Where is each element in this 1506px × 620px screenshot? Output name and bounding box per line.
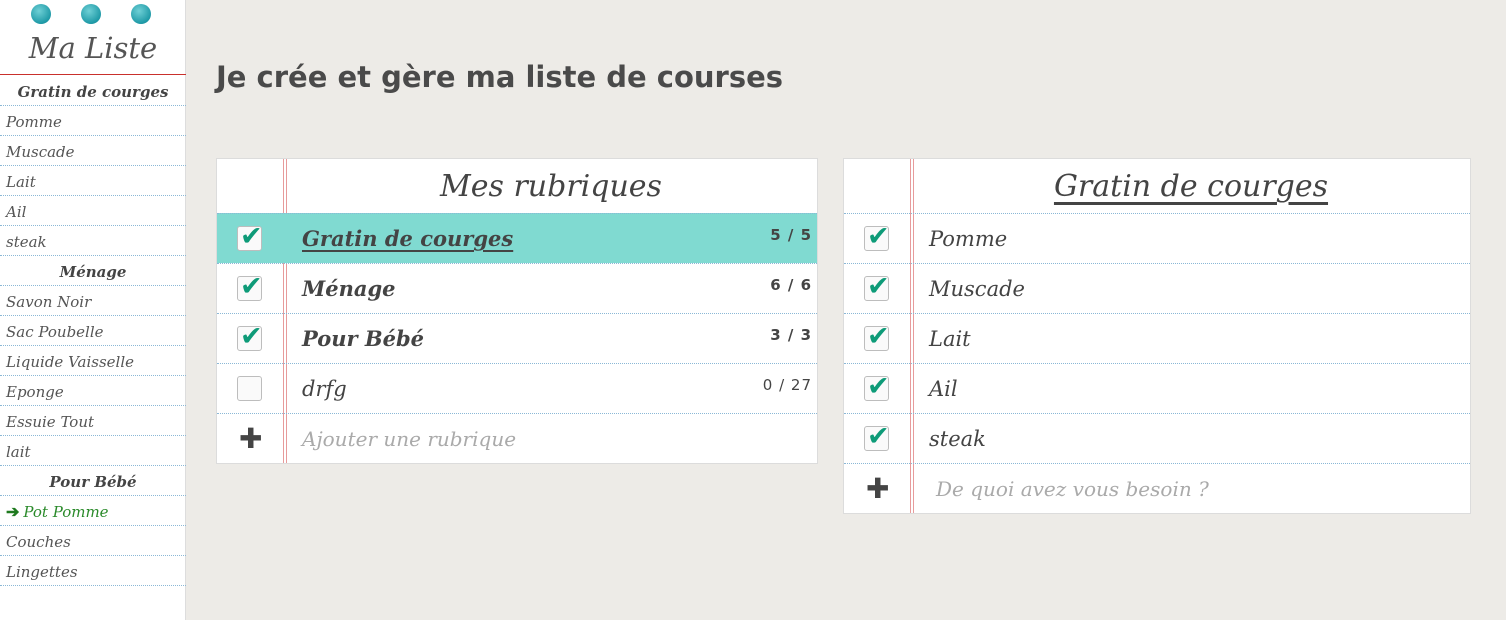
check-icon: ✔ (867, 271, 890, 302)
check-icon: ✔ (867, 421, 890, 452)
check-icon: ✔ (240, 221, 263, 252)
sidebar-item-label: Muscade (6, 143, 75, 161)
sidebar-item[interactable]: Lait (0, 166, 186, 196)
plus-icon[interactable]: ✚ (239, 425, 262, 453)
item-row[interactable]: ✔ Ail (844, 363, 1470, 413)
rubrique-label[interactable]: Gratin de courges (302, 226, 513, 251)
sidebar-item-label: Lait (6, 173, 36, 191)
rubrique-label[interactable]: Pour Bébé (302, 326, 424, 351)
sidebar-item-label: Couches (6, 533, 71, 551)
item-row[interactable]: ✔ Pomme (844, 213, 1470, 263)
add-rubrique-input[interactable]: Ajouter une rubrique (302, 427, 516, 451)
sidebar-item[interactable]: Savon Noir (0, 286, 186, 316)
sidebar-item-label: Essuie Tout (6, 413, 95, 431)
sidebar-item-label: Sac Poubelle (6, 323, 104, 341)
sidebar-item-label: lait (6, 443, 31, 461)
check-icon: ✔ (240, 271, 263, 302)
sidebar-item-label: Savon Noir (6, 293, 92, 311)
rubrique-label[interactable]: Ménage (302, 276, 396, 301)
check-icon: ✔ (867, 371, 890, 402)
rubrique-checkbox[interactable] (237, 376, 262, 401)
sidebar-item-label: Gratin de courges (17, 83, 169, 101)
sidebar-item[interactable]: Liquide Vaisselle (0, 346, 186, 376)
sidebar-item-label: Eponge (6, 383, 64, 401)
window-dots (0, 2, 186, 24)
item-checkbox[interactable]: ✔ (864, 372, 890, 402)
dot-icon (131, 4, 151, 24)
item-label[interactable]: Pomme (929, 227, 1007, 251)
rubrique-checkbox[interactable]: ✔ (237, 322, 263, 352)
rubrique-row[interactable]: drfg 0 / 27 (217, 363, 817, 413)
sidebar-item[interactable]: steak (0, 226, 186, 256)
check-icon: ✔ (867, 321, 890, 352)
item-checkbox[interactable]: ✔ (864, 272, 890, 302)
item-label[interactable]: Lait (929, 327, 971, 351)
item-checkbox[interactable]: ✔ (864, 222, 890, 252)
item-label[interactable]: Muscade (929, 277, 1025, 301)
sidebar: Ma Liste Gratin de courges Pomme Muscade La… (0, 0, 186, 620)
sidebar-item-label: Pour Bébé (49, 473, 137, 491)
divider (0, 74, 186, 75)
check-icon: ✔ (240, 321, 263, 352)
rubrique-count: 3 / 3 (770, 326, 812, 344)
sidebar-item[interactable]: Eponge (0, 376, 186, 406)
sidebar-item[interactable]: Lingettes (0, 556, 186, 586)
detail-panel: Gratin de courges ✔ Pomme ✔ Muscade ✔ Lait ✔ Ai… (843, 158, 1471, 514)
item-label[interactable]: steak (929, 427, 986, 451)
sidebar-category[interactable]: Gratin de courges (0, 76, 186, 106)
sidebar-item-label: Lingettes (6, 563, 78, 581)
add-item-row[interactable]: ✚ De quoi avez vous besoin ? (844, 463, 1470, 513)
add-rubrique-row[interactable]: ✚ Ajouter une rubrique (217, 413, 817, 463)
item-checkbox[interactable]: ✔ (864, 422, 890, 452)
sidebar-item-label: steak (6, 233, 47, 251)
rubriques-panel: Mes rubriques ✔ Gratin de courges 5 / 5 ✔ Mé… (216, 158, 818, 464)
rubrique-count: 5 / 5 (770, 226, 812, 244)
page-title: Je crée et gère ma liste de courses (216, 60, 784, 94)
sidebar-category[interactable]: Pour Bébé (0, 466, 186, 496)
dot-icon (81, 4, 101, 24)
item-label[interactable]: Ail (929, 377, 958, 401)
item-row[interactable]: ✔ steak (844, 413, 1470, 463)
sidebar-item-label: Ménage (59, 263, 127, 281)
add-item-input[interactable]: De quoi avez vous besoin ? (936, 477, 1209, 501)
item-checkbox[interactable]: ✔ (864, 322, 890, 352)
rubrique-count: 0 / 27 (762, 376, 812, 394)
rubrique-row[interactable]: ✔ Pour Bébé 3 / 3 (217, 313, 817, 363)
dot-icon (31, 4, 51, 24)
sidebar-item[interactable]: ➔ Pot Pomme (0, 496, 186, 526)
item-row[interactable]: ✔ Muscade (844, 263, 1470, 313)
sidebar-item[interactable]: Ail (0, 196, 186, 226)
sidebar-item[interactable]: Essuie Tout (0, 406, 186, 436)
rubrique-count: 6 / 6 (770, 276, 812, 294)
rubrique-checkbox[interactable]: ✔ (237, 222, 263, 252)
sidebar-item[interactable]: Pomme (0, 106, 186, 136)
sidebar-item[interactable]: lait (0, 436, 186, 466)
item-row[interactable]: ✔ Lait (844, 313, 1470, 363)
detail-title: Gratin de courges (1053, 169, 1329, 204)
rubrique-label[interactable]: drfg (302, 377, 347, 401)
sidebar-item[interactable]: Muscade (0, 136, 186, 166)
sidebar-item-label: Ail (6, 203, 27, 221)
sidebar-item-label: Pot Pomme (23, 503, 109, 521)
sidebar-item[interactable]: Sac Poubelle (0, 316, 186, 346)
arrow-right-icon: ➔ (6, 502, 20, 521)
rubrique-row[interactable]: ✔ Gratin de courges 5 / 5 (217, 213, 817, 263)
plus-icon[interactable]: ✚ (866, 475, 889, 503)
rubrique-row[interactable]: ✔ Ménage 6 / 6 (217, 263, 817, 313)
rubriques-title: Mes rubriques (440, 169, 662, 204)
sidebar-item-label: Liquide Vaisselle (6, 353, 135, 371)
app-title: Ma Liste (28, 31, 158, 65)
check-icon: ✔ (867, 221, 890, 252)
rubrique-checkbox[interactable]: ✔ (237, 272, 263, 302)
sidebar-item[interactable]: Couches (0, 526, 186, 556)
sidebar-list: Gratin de courges Pomme Muscade Lait Ail stea… (0, 76, 186, 586)
sidebar-category[interactable]: Ménage (0, 256, 186, 286)
sidebar-item-label: Pomme (6, 113, 62, 131)
